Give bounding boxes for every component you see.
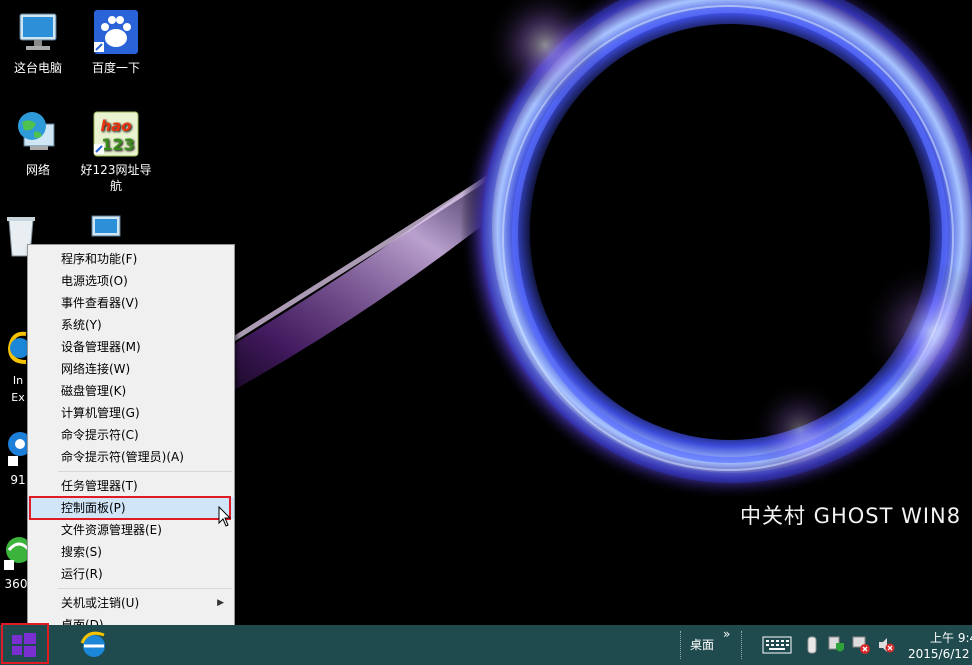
menu-item-shutdown-signout[interactable]: 关机或注销(U) ▶	[28, 592, 234, 614]
menu-item-label: 关机或注销(U)	[61, 596, 140, 610]
desktop-icon-label: 网络	[25, 163, 50, 177]
taskbar: 桌面 » 上午 9:4 2015/6/12	[0, 625, 972, 665]
baidu-paw-icon	[92, 8, 140, 56]
menu-item-system[interactable]: 系统(Y)	[28, 314, 234, 336]
start-context-menu: 程序和功能(F) 电源选项(O) 事件查看器(V) 系统(Y) 设备管理器(M)…	[27, 244, 235, 636]
usb-device-icon[interactable]	[805, 635, 819, 655]
desktop-icon-baidu[interactable]: 百度一下	[79, 8, 153, 76]
network-disconnected-icon[interactable]	[852, 635, 870, 655]
menu-item-task-manager[interactable]: 任务管理器(T)	[28, 475, 234, 497]
toolbar-grip[interactable]	[680, 631, 684, 659]
menu-item-programs-features[interactable]: 程序和功能(F)	[28, 248, 234, 270]
taskbar-ie-button[interactable]	[78, 629, 110, 661]
security-shield-icon[interactable]	[828, 635, 846, 655]
desktop-icon-label: 这台电脑	[13, 61, 62, 75]
menu-item-run[interactable]: 运行(R)	[28, 563, 234, 585]
this-pc-icon	[14, 8, 62, 56]
menu-separator	[58, 588, 232, 589]
hao123-icon: hao 123	[92, 110, 140, 158]
menu-item-network-connections[interactable]: 网络连接(W)	[28, 358, 234, 380]
toolbar-grip[interactable]	[741, 631, 745, 659]
menu-item-power-options[interactable]: 电源选项(O)	[28, 270, 234, 292]
menu-item-event-viewer[interactable]: 事件查看器(V)	[28, 292, 234, 314]
wallpaper-watermark: 中关村 GHOST WIN8	[740, 504, 962, 528]
network-globe-icon	[14, 110, 62, 158]
menu-item-command-prompt-admin[interactable]: 命令提示符(管理员)(A)	[28, 446, 234, 468]
clock-time: 上午 9:4	[930, 631, 972, 645]
desktop-icon-this-pc[interactable]: 这台电脑	[1, 8, 75, 76]
desktop-icon-label: 好123网址导航	[80, 163, 152, 193]
menu-item-command-prompt[interactable]: 命令提示符(C)	[28, 424, 234, 446]
keyboard-icon[interactable]	[762, 636, 792, 654]
desktop-toolbar-label[interactable]: 桌面	[690, 636, 714, 653]
toolbar-expand-icon[interactable]: »	[723, 627, 730, 641]
start-button-highlight-box	[1, 623, 49, 664]
menu-item-disk-management[interactable]: 磁盘管理(K)	[28, 380, 234, 402]
menu-separator	[58, 471, 232, 472]
desktop-icon-network[interactable]: 网络	[1, 110, 75, 178]
desktop-icon-label: In Ex	[11, 374, 25, 404]
desktop-icon-hao123[interactable]: hao 123 好123网址导航	[79, 110, 153, 194]
svg-text:123: 123	[101, 135, 134, 154]
desktop-icon-label: 百度一下	[91, 61, 140, 75]
clock[interactable]: 上午 9:4 2015/6/12	[906, 628, 972, 664]
control-panel-highlight-box	[29, 496, 231, 520]
volume-muted-icon[interactable]	[877, 635, 895, 655]
mouse-cursor-icon	[218, 506, 232, 527]
submenu-arrow-icon: ▶	[217, 598, 224, 608]
menu-item-computer-management[interactable]: 计算机管理(G)	[28, 402, 234, 424]
menu-item-file-explorer[interactable]: 文件资源管理器(E)	[28, 519, 234, 541]
internet-explorer-icon	[80, 631, 105, 657]
menu-item-search[interactable]: 搜索(S)	[28, 541, 234, 563]
clock-date: 2015/6/12	[908, 647, 970, 661]
desktop-icon-label: 91	[10, 473, 26, 487]
menu-item-device-manager[interactable]: 设备管理器(M)	[28, 336, 234, 358]
desktop-icon-label: 360	[4, 577, 28, 591]
svg-text:hao: hao	[100, 117, 131, 135]
